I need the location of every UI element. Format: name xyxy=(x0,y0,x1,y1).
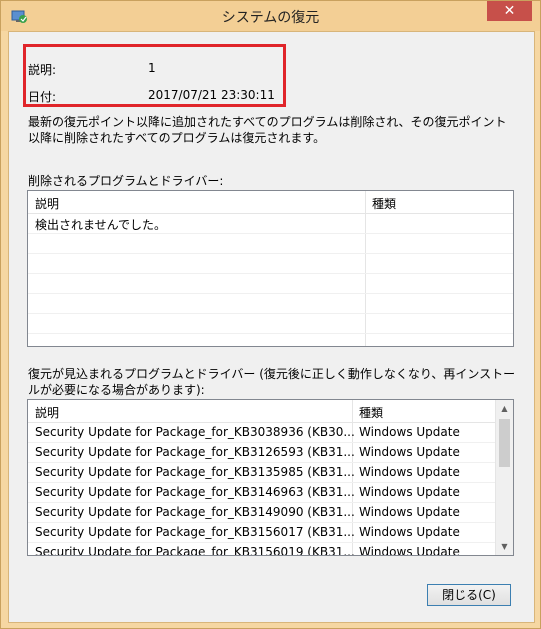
date-label: 日付: xyxy=(28,90,57,104)
deleted-programs-label: 削除されるプログラムとドライバー: xyxy=(28,174,224,188)
close-window-button[interactable]: ✕ xyxy=(487,1,532,21)
scrollbar-thumb[interactable] xyxy=(499,419,510,467)
list-item-type: Windows Update xyxy=(359,525,460,539)
empty-row xyxy=(28,234,513,254)
list-item-description: Security Update for Package_for_KB314909… xyxy=(35,505,355,519)
window-title: システムの復元 xyxy=(221,10,320,26)
list-item[interactable]: Security Update for Package_for_KB303893… xyxy=(28,423,513,443)
list-item[interactable]: 検出されませんでした。 xyxy=(28,214,513,234)
column-header-description[interactable]: 説明 xyxy=(35,404,59,421)
empty-row xyxy=(28,294,513,314)
list-item-description: Security Update for Package_for_KB313598… xyxy=(35,465,355,479)
list-item-description: Security Update for Package_for_KB315601… xyxy=(35,545,355,556)
date-value: 2017/07/21 23:30:11 xyxy=(148,88,275,102)
list-item[interactable]: Security Update for Package_for_KB313598… xyxy=(28,463,513,483)
close-icon: ✕ xyxy=(503,3,516,19)
list-item-description: Security Update for Package_for_KB303893… xyxy=(35,425,355,439)
list-item-type: Windows Update xyxy=(359,445,460,459)
list-item-type: Windows Update xyxy=(359,485,460,499)
list-item[interactable]: Security Update for Package_for_KB314909… xyxy=(28,503,513,523)
list-item-description: Security Update for Package_for_KB314696… xyxy=(35,485,355,499)
list-item-description: Security Update for Package_for_KB315601… xyxy=(35,525,355,539)
title-bar[interactable]: システムの復元 ✕ xyxy=(1,1,540,31)
list-item[interactable]: Security Update for Package_for_KB312659… xyxy=(28,443,513,463)
list-item-description: 検出されませんでした。 xyxy=(35,218,167,232)
list-item[interactable]: Security Update for Package_for_KB315601… xyxy=(28,523,513,543)
list-item-type: Windows Update xyxy=(359,425,460,439)
column-header-type[interactable]: 種類 xyxy=(372,195,396,212)
empty-row xyxy=(28,274,513,294)
deleted-programs-list[interactable]: 説明 種類 検出されませんでした。 xyxy=(27,190,514,347)
restored-programs-list[interactable]: 説明 種類 Security Update for Package_for_KB… xyxy=(27,399,514,556)
empty-row xyxy=(28,314,513,334)
column-header-description[interactable]: 説明 xyxy=(35,195,59,212)
description-value: 1 xyxy=(148,61,156,75)
list-header: 説明 種類 xyxy=(28,400,513,423)
list-item[interactable]: Security Update for Package_for_KB315601… xyxy=(28,543,513,556)
scroll-up-icon[interactable]: ▲ xyxy=(496,400,513,417)
list-item-type: Windows Update xyxy=(359,505,460,519)
list-item-type: Windows Update xyxy=(359,545,460,556)
vertical-scrollbar[interactable]: ▲ ▼ xyxy=(495,400,513,555)
list-item[interactable]: Security Update for Package_for_KB314696… xyxy=(28,483,513,503)
scroll-down-icon[interactable]: ▼ xyxy=(496,538,513,555)
list-item-description: Security Update for Package_for_KB312659… xyxy=(35,445,355,459)
intro-text: 最新の復元ポイント以降に追加されたすべてのプログラムは削除され、その復元ポイント… xyxy=(28,115,507,145)
restored-programs-label: 復元が見込まれるプログラムとドライバー (復元後に正しく動作しなくなり、再インス… xyxy=(28,367,516,397)
description-label: 説明: xyxy=(28,63,57,77)
list-item-type: Windows Update xyxy=(359,465,460,479)
column-header-type[interactable]: 種類 xyxy=(359,404,383,421)
close-button[interactable]: 閉じる(C) xyxy=(427,584,511,606)
empty-row xyxy=(28,254,513,274)
list-header: 説明 種類 xyxy=(28,191,513,214)
